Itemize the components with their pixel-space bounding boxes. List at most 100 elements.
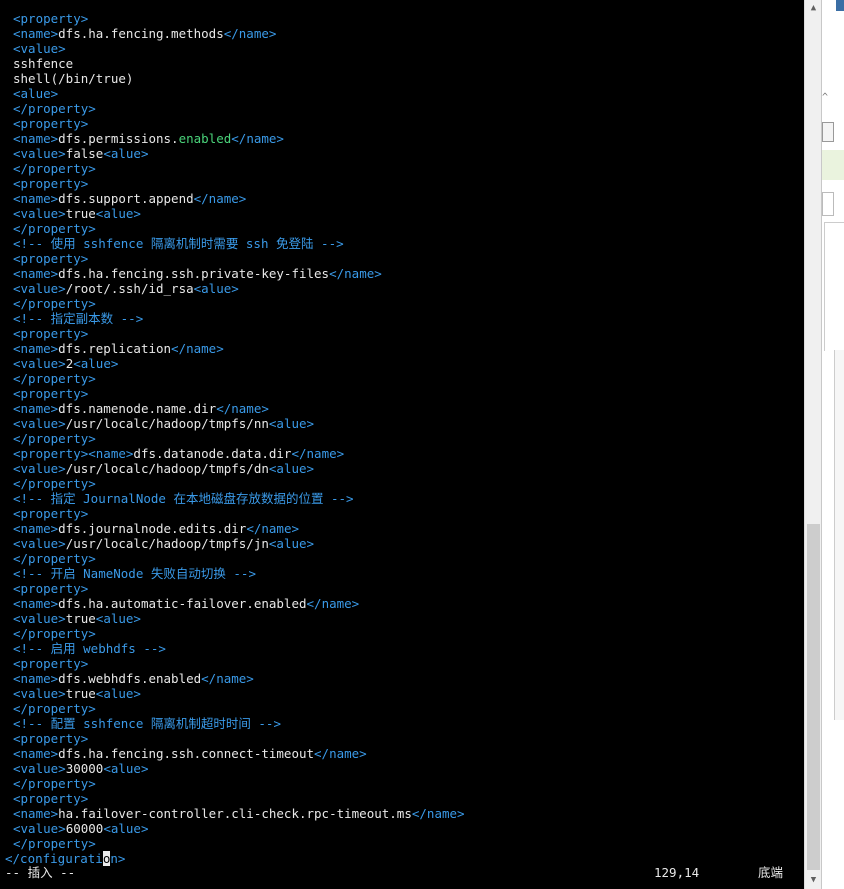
code-line: <!-- 开启 NameNode 失败自动切换 -->	[0, 566, 804, 581]
background-window: ^	[821, 0, 844, 889]
code-line: <value>true<alue>	[0, 686, 804, 701]
code-line: </property>	[0, 371, 804, 386]
code-line: <value>/usr/localc/hadoop/tmpfs/dn<alue>	[0, 461, 804, 476]
code-token: <!-- 使用 sshfence 隔离机制时需要 ssh 免登陆 -->	[13, 236, 344, 251]
code-line: <value>/usr/localc/hadoop/tmpfs/jn<alue>	[0, 536, 804, 551]
code-line: </property>	[0, 776, 804, 791]
code-token: 30000	[65, 761, 104, 776]
code-token: <property><name>	[13, 446, 134, 461]
code-line: </property>	[0, 161, 804, 176]
code-line: <name>dfs.ha.fencing.methods</name>	[0, 26, 804, 41]
code-line: <value>true<alue>	[0, 206, 804, 221]
code-token: <alue>	[103, 146, 149, 161]
code-token: <value>	[13, 821, 66, 836]
code-token: </name>	[193, 191, 247, 206]
code-token: </name>	[329, 266, 382, 281]
code-token: <name>	[13, 806, 59, 821]
code-line: <name>dfs.namenode.name.dir</name>	[0, 401, 804, 416]
code-token: <value>	[13, 686, 66, 701]
code-token: true	[65, 686, 96, 701]
code-token: dfs.permissions.	[58, 131, 179, 146]
vim-editor-buffer[interactable]: <property> <name>dfs.ha.fencing.methods</…	[0, 11, 804, 866]
code-token: <value>	[13, 611, 66, 626]
terminal-window[interactable]: <property> <name>dfs.ha.fencing.methods</…	[0, 0, 804, 889]
code-token: <name>	[13, 596, 59, 611]
code-token: false	[65, 146, 104, 161]
code-token: </property>	[13, 626, 96, 641]
code-token: </name>	[216, 401, 269, 416]
code-token: </property>	[13, 701, 96, 716]
code-line: <value>/usr/localc/hadoop/tmpfs/nn<alue>	[0, 416, 804, 431]
code-line: </property>	[0, 626, 804, 641]
code-line: <name>dfs.replication</name>	[0, 341, 804, 356]
code-line: <!-- 配置 sshfence 隔离机制超时时间 -->	[0, 716, 804, 731]
code-line: </property>	[0, 221, 804, 236]
code-token: /usr/localc/hadoop/tmpfs/jn	[65, 536, 269, 551]
code-line: shell(/bin/true)	[0, 71, 804, 86]
code-token: <property>	[13, 11, 89, 26]
code-token: <value>	[13, 356, 66, 371]
code-line: </property>	[0, 476, 804, 491]
code-token: <name>	[13, 191, 59, 206]
code-token: <alue>	[268, 461, 315, 476]
code-token: true	[65, 206, 96, 221]
code-line: <property>	[0, 386, 804, 401]
code-line: <property>	[0, 506, 804, 521]
code-line: <property>	[0, 731, 804, 746]
code-line: <value>false<alue>	[0, 146, 804, 161]
vertical-scrollbar[interactable]: ▲ ▼	[804, 0, 822, 889]
scrollbar-thumb[interactable]	[807, 524, 820, 870]
code-token: <property>	[13, 731, 89, 746]
code-token: <property>	[13, 176, 89, 191]
code-line: <value>30000<alue>	[0, 761, 804, 776]
code-token: true	[65, 611, 96, 626]
code-token: <alue>	[103, 821, 149, 836]
scroll-up-arrow-icon[interactable]: ▲	[805, 0, 822, 17]
code-token: <property>	[13, 581, 89, 596]
code-line: <value>/root/.ssh/id_rsa<alue>	[0, 281, 804, 296]
code-token: </property>	[13, 161, 96, 176]
code-token: dfs.webhdfs.enabled	[58, 671, 202, 686]
code-token: </name>	[291, 446, 345, 461]
code-line: <property>	[0, 326, 804, 341]
background-accent-strip	[822, 150, 844, 180]
code-token: dfs.namenode.name.dir	[58, 401, 217, 416]
code-line: </property>	[0, 551, 804, 566]
code-token: <!-- 指定 JournalNode 在本地磁盘存放数据的位置 -->	[13, 491, 354, 506]
code-line: <alue>	[0, 86, 804, 101]
background-dropdown	[822, 122, 834, 142]
code-token: dfs.ha.fencing.ssh.connect-timeout	[58, 746, 315, 761]
code-line: </property>	[0, 836, 804, 851]
code-token: </name>	[246, 521, 299, 536]
code-line: sshfence	[0, 56, 804, 71]
cursor-position: 129,14	[654, 865, 700, 880]
code-token: <property>	[13, 506, 89, 521]
code-line: <property><name>dfs.datanode.data.dir</n…	[0, 446, 804, 461]
code-token: <alue>	[13, 86, 59, 101]
code-token: <value>	[13, 416, 66, 431]
scroll-position-indicator: 底端	[758, 865, 784, 880]
insert-mode-indicator: -- 插入 --	[5, 865, 76, 880]
code-token: dfs.ha.fencing.ssh.private-key-files	[58, 266, 330, 281]
code-token: <value>	[13, 761, 66, 776]
code-token: <value>	[13, 206, 66, 221]
scroll-down-arrow-icon[interactable]: ▼	[805, 872, 822, 889]
code-token: </property>	[13, 431, 96, 446]
code-token: dfs.datanode.data.dir	[133, 446, 292, 461]
code-line: </property>	[0, 701, 804, 716]
code-line: <property>	[0, 581, 804, 596]
code-token: sshfence	[13, 56, 74, 71]
code-line: <name>dfs.ha.automatic-failover.enabled<…	[0, 596, 804, 611]
code-token: </name>	[223, 26, 277, 41]
code-line: <name>dfs.permissions.enabled</name>	[0, 131, 804, 146]
code-token: <property>	[13, 791, 89, 806]
code-token: <!-- 配置 sshfence 隔离机制超时时间 -->	[13, 716, 281, 731]
code-token: </property>	[13, 551, 96, 566]
background-panel	[824, 222, 844, 351]
code-token: <name>	[13, 521, 59, 536]
code-token: </property>	[13, 836, 96, 851]
code-token: <value>	[13, 41, 66, 56]
code-token: </name>	[411, 806, 465, 821]
code-line: <value>true<alue>	[0, 611, 804, 626]
code-line: <value>60000<alue>	[0, 821, 804, 836]
